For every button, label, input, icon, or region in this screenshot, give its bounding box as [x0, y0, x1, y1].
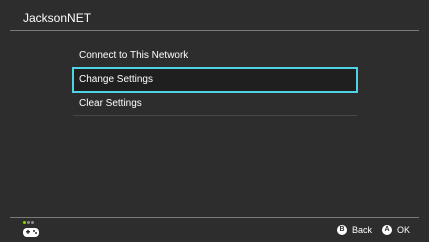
footer-divider [10, 217, 419, 218]
controller-status [22, 221, 40, 239]
network-title: JacksonNET [23, 11, 92, 25]
controller-icon [23, 228, 39, 237]
clear-settings-option[interactable]: Clear Settings [73, 92, 357, 116]
ok-button[interactable]: A OK [381, 222, 410, 238]
connect-to-network-label: Connect to This Network [79, 50, 189, 61]
a-button-icon: A [381, 225, 392, 235]
battery-dot-icon [27, 221, 30, 224]
footer-actions: B Back A OK [336, 222, 410, 238]
back-button[interactable]: B Back [336, 222, 372, 238]
b-button-icon: B [336, 225, 347, 235]
change-settings-option[interactable]: Change Settings [72, 67, 358, 93]
battery-indicator [23, 221, 37, 224]
battery-dot-icon [23, 221, 26, 224]
clear-settings-label: Clear Settings [79, 98, 142, 109]
network-options-menu: Connect to This Network Change Settings … [72, 44, 358, 116]
connect-to-network-option[interactable]: Connect to This Network [73, 44, 357, 68]
battery-dot-icon [31, 221, 34, 224]
ok-label: OK [396, 225, 410, 235]
header-divider [10, 30, 419, 31]
back-label: Back [351, 225, 372, 235]
change-settings-label: Change Settings [79, 74, 153, 85]
